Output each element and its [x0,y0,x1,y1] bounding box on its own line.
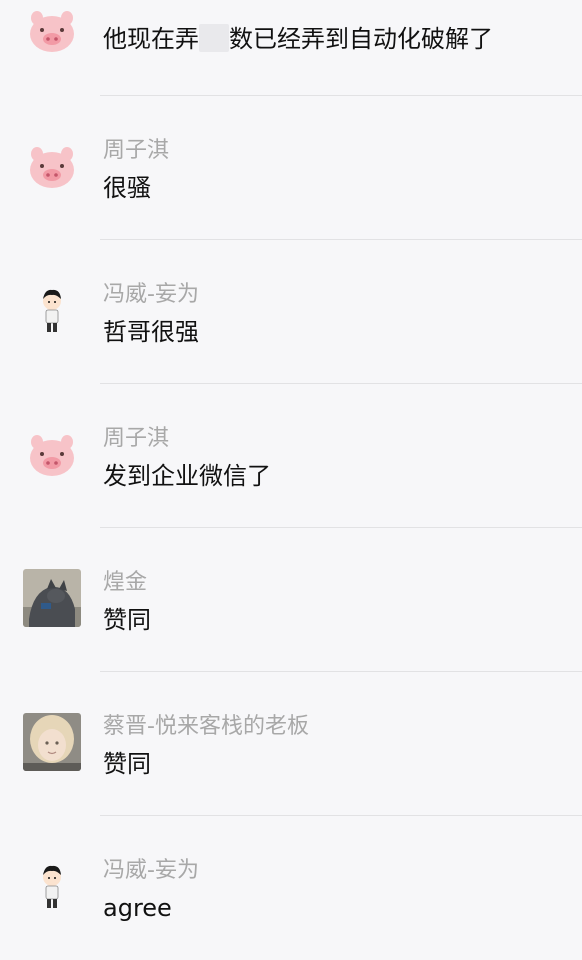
cartoon-boy-avatar[interactable] [23,859,81,917]
message-text-part: 他现在弄 [103,25,199,53]
sender-name[interactable]: 冯威-妄为 [103,857,199,885]
message-row[interactable]: 蔡晋-悦来客栈的老板 赞同 [0,672,582,816]
cat-photo-avatar[interactable] [23,569,81,627]
sender-name[interactable]: 周子淇 [103,137,169,165]
sender-name[interactable]: 煌金 [103,569,147,597]
cartoon-boy-avatar[interactable] [23,283,81,341]
pig-face-avatar[interactable] [23,4,81,62]
message-text: 赞同 [103,750,151,778]
message-text: 发到企业微信了 [103,462,271,490]
message-row[interactable]: 周子淇 很骚 [0,96,582,240]
redacted-blur [199,24,229,52]
message-text: 很骚 [103,174,151,202]
message-text: 他现在弄 数已经弄到自动化破解了 [103,23,493,55]
message-text-part: 数已经弄到自动化破解了 [229,25,493,53]
message-text: 哲哥很强 [103,318,199,346]
chat-message-list: 他现在弄 数已经弄到自动化破解了 周子淇 很骚 冯威-妄为 哲哥很强 周子淇 发… [0,0,582,938]
pig-face-avatar[interactable] [23,140,81,198]
message-row[interactable]: 冯威-妄为 agree [0,816,582,960]
message-row[interactable]: 煌金 赞同 [0,528,582,672]
message-row[interactable]: 冯威-妄为 哲哥很强 [0,240,582,384]
message-text: agree [103,894,172,922]
sender-name[interactable]: 冯威-妄为 [103,281,199,309]
sender-name[interactable]: 周子淇 [103,425,169,453]
message-row[interactable]: 他现在弄 数已经弄到自动化破解了 [0,0,582,96]
pig-face-avatar[interactable] [23,428,81,486]
sender-name[interactable]: 蔡晋-悦来客栈的老板 [103,713,309,741]
message-text: 赞同 [103,606,151,634]
blonde-child-photo-avatar[interactable] [23,713,81,771]
message-row[interactable]: 周子淇 发到企业微信了 [0,384,582,528]
